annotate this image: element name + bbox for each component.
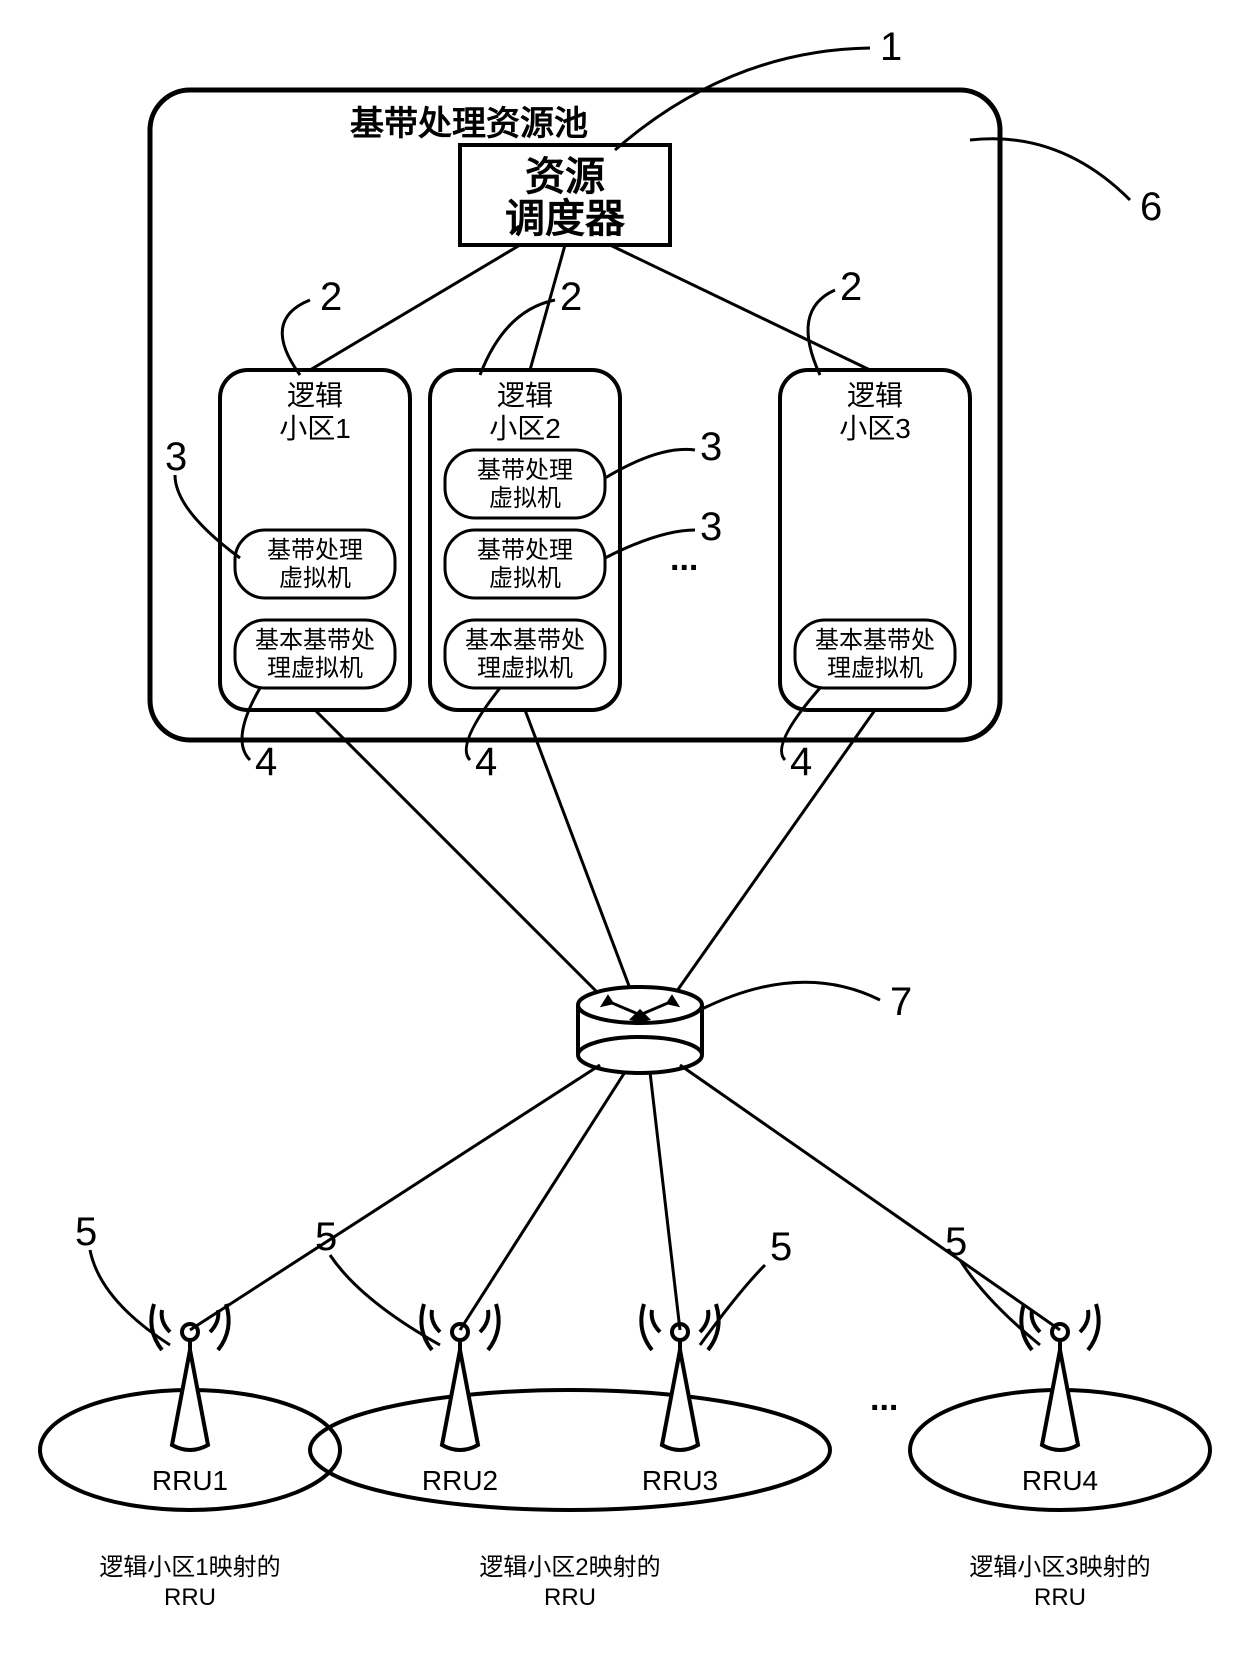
sched-to-cell3 [610, 245, 870, 370]
switch-to-rru1 [190, 1065, 600, 1330]
cell2-basic-l2: 理虚拟机 [477, 655, 573, 682]
rru4-antenna-icon [1021, 1304, 1098, 1450]
rru2-label: RRU2 [422, 1465, 498, 1496]
callout-7: 7 [890, 980, 912, 1024]
callout-5a: 5 [75, 1210, 97, 1254]
callout-5d: 5 [945, 1220, 967, 1264]
cell2-vm-b-l2: 虚拟机 [489, 565, 561, 592]
callout-3b: 3 [700, 425, 722, 469]
callout-5-leader-d [960, 1260, 1040, 1345]
callout-5-leader-c [700, 1265, 765, 1345]
coverage-23 [310, 1390, 830, 1510]
pool-title: 基带处理资源池 [350, 105, 588, 143]
cell2-title-l2: 小区2 [489, 413, 561, 444]
callout-2b: 2 [560, 275, 582, 319]
callout-4b: 4 [475, 740, 497, 784]
cell3-basic-l2: 理虚拟机 [827, 655, 923, 682]
callout-4a: 4 [255, 740, 277, 784]
cells-ellipsis: ... [670, 540, 698, 578]
caption4-l1: 逻辑小区3映射的 [969, 1554, 1150, 1581]
caption2-l2: RRU [544, 1584, 596, 1611]
switch-to-rru3 [650, 1072, 680, 1330]
cell1-basic-l2: 理虚拟机 [267, 655, 363, 682]
cell1-title-l2: 小区1 [279, 413, 351, 444]
cell1-vm-l1: 基带处理 [267, 537, 363, 564]
callout-6-leader [970, 139, 1130, 200]
rru-ellipsis: ... [870, 1380, 898, 1418]
callout-6: 6 [1140, 185, 1162, 229]
cell1-vm-l2: 虚拟机 [279, 565, 351, 592]
rru3-label: RRU3 [642, 1465, 718, 1496]
cell3-title-l1: 逻辑 [847, 380, 903, 411]
cell1-basic-l1: 基本基带处 [255, 627, 375, 654]
rru4-label: RRU4 [1022, 1465, 1098, 1496]
switch-icon [578, 987, 702, 1073]
cell2-to-switch [525, 710, 640, 1015]
callout-2a: 2 [320, 275, 342, 319]
cell3-basic-l1: 基本基带处 [815, 627, 935, 654]
scheduler-line2: 调度器 [505, 197, 626, 241]
cell1-title-l1: 逻辑 [287, 380, 343, 411]
rru3-antenna-icon [641, 1304, 718, 1450]
rru1-label: RRU1 [152, 1465, 228, 1496]
cell2-vm-a-l1: 基带处理 [477, 457, 573, 484]
cell2-title-l1: 逻辑 [497, 380, 553, 411]
caption2-l1: 逻辑小区2映射的 [479, 1554, 660, 1581]
callout-2-leader-a [282, 300, 310, 375]
switch-to-rru2 [460, 1072, 625, 1330]
scheduler-line1: 资源 [525, 155, 605, 199]
callout-2-leader-b [480, 300, 555, 375]
callout-5b: 5 [315, 1215, 337, 1259]
callout-2c: 2 [840, 265, 862, 309]
rru2-antenna-icon [421, 1304, 498, 1450]
callout-1: 1 [880, 25, 902, 69]
callout-5-leader-a [90, 1250, 170, 1345]
rru1-antenna-icon [151, 1304, 228, 1450]
cell2-basic-l1: 基本基带处 [465, 627, 585, 654]
callout-2-leader-c [808, 290, 835, 375]
callout-3c: 3 [700, 505, 722, 549]
cell2-vm-a-l2: 虚拟机 [489, 485, 561, 512]
callout-3-leader-a [175, 475, 240, 558]
cell2-vm-b-l1: 基带处理 [477, 537, 573, 564]
caption1-l2: RRU [164, 1584, 216, 1611]
callout-3a: 3 [165, 435, 187, 479]
cell3-title-l2: 小区3 [839, 413, 911, 444]
callout-7-leader [700, 982, 880, 1010]
switch-to-rru4 [680, 1065, 1060, 1330]
callout-1-leader [615, 48, 870, 150]
callout-4c: 4 [790, 740, 812, 784]
callout-5c: 5 [770, 1225, 792, 1269]
caption4-l2: RRU [1034, 1584, 1086, 1611]
cell3-to-switch [660, 710, 875, 1015]
caption1-l1: 逻辑小区1映射的 [99, 1554, 280, 1581]
